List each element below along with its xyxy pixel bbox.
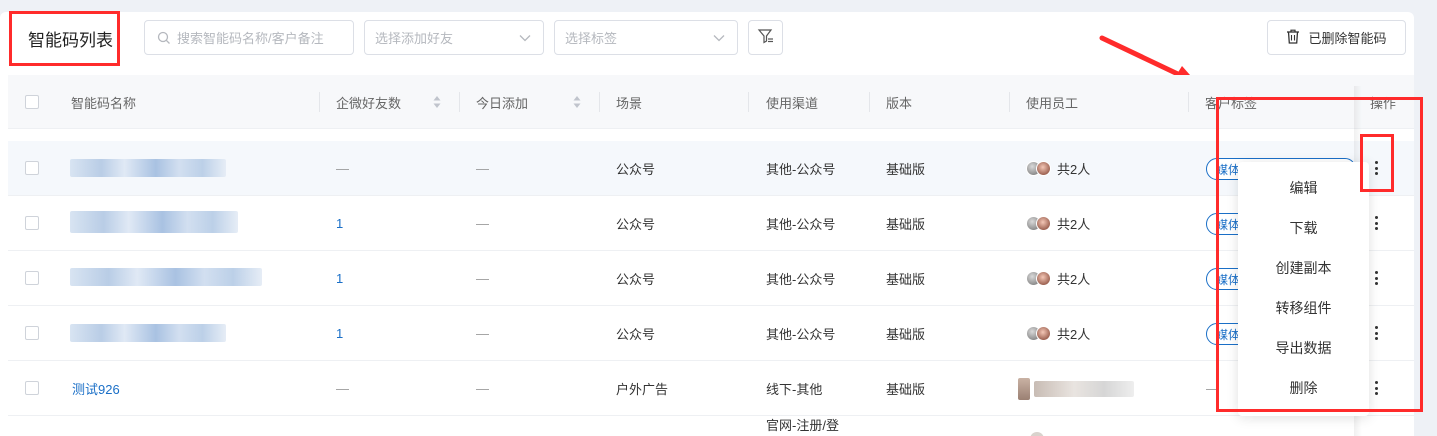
code-name-blurred[interactable] (70, 268, 262, 286)
employee-count: 共2人 (1057, 162, 1091, 177)
version-cell: 基础版 (886, 327, 926, 342)
employees-cell: 共2人 (1026, 141, 1090, 196)
code-name-link[interactable]: 测试926 (72, 361, 120, 416)
column-divider (459, 92, 460, 112)
row-checkbox[interactable] (25, 381, 39, 395)
today-added: — (476, 271, 489, 286)
version-cell: 基础版 (886, 162, 926, 177)
avatar (1018, 377, 1030, 400)
annotation-highlight-more-button (1360, 134, 1394, 192)
code-name-blurred[interactable] (70, 211, 238, 233)
column-header-scene: 场景 (616, 95, 643, 111)
employee-count: 共2人 (1057, 217, 1091, 232)
table-row[interactable]: — — 公众号 其他-公众号 基础版 共2人 媒体 (8, 141, 1414, 196)
employee-name-blurred (1034, 380, 1134, 397)
table-row[interactable]: 1 — 公众号 其他-公众号 基础版 共2人 媒体 (8, 196, 1414, 251)
avatar (1036, 161, 1051, 176)
friends-count[interactable]: 1 (336, 196, 343, 251)
scene-cell: 公众号 (616, 217, 656, 232)
employee-count: 共2人 (1057, 272, 1091, 287)
trash-icon (1286, 29, 1300, 47)
scene-cell: 公众号 (616, 327, 656, 342)
code-name-blurred[interactable] (70, 159, 226, 177)
deleted-codes-label: 已删除智能码 (1308, 31, 1387, 46)
row-checkbox[interactable] (25, 161, 39, 175)
select-all-checkbox[interactable] (25, 95, 39, 109)
today-added: — (476, 161, 489, 176)
friend-select[interactable]: 选择添加好友 (364, 20, 544, 55)
employee-count: 共2人 (1057, 327, 1091, 342)
friends-count[interactable]: 1 (336, 306, 343, 361)
channel-cell: 其他-公众号 (766, 162, 836, 177)
employee-blurred (1018, 377, 1134, 400)
table-row[interactable]: 官网-注册/登 (8, 416, 1414, 436)
avatar (1036, 216, 1051, 231)
scene-cell: 户外广告 (616, 382, 669, 397)
column-divider (599, 92, 600, 112)
table-row[interactable]: 1 — 公众号 其他-公众号 基础版 共2人 媒体 (8, 306, 1414, 361)
friends-count[interactable]: 1 (336, 251, 343, 306)
avatar (1036, 326, 1051, 341)
search-icon (157, 31, 171, 45)
column-divider (1188, 92, 1189, 112)
friend-select-placeholder: 选择添加好友 (375, 31, 454, 46)
annotation-highlight-title (9, 11, 120, 66)
column-divider (869, 92, 870, 112)
filter-button[interactable] (748, 20, 783, 55)
avatar-group (1026, 271, 1051, 286)
column-header-channel: 使用渠道 (766, 95, 819, 111)
scene-cell: 公众号 (616, 162, 656, 177)
deleted-codes-button[interactable]: 已删除智能码 (1267, 20, 1406, 55)
sort-icon[interactable] (433, 95, 441, 112)
channel-cell: 官网-注册/登 (766, 417, 839, 433)
code-name-blurred[interactable] (70, 324, 226, 342)
column-header-friends[interactable]: 企微好友数 (336, 75, 401, 129)
channel-cell: 其他-公众号 (766, 327, 836, 342)
search-input[interactable]: 搜索智能码名称/客户备注 (144, 20, 354, 55)
avatar (1030, 432, 1044, 436)
avatar-group (1026, 216, 1051, 231)
column-divider (748, 92, 749, 112)
column-divider (319, 92, 320, 112)
friends-count: — (336, 381, 349, 396)
version-cell: 基础版 (886, 217, 926, 232)
today-added: — (476, 326, 489, 341)
tag-select-placeholder: 选择标签 (565, 31, 618, 46)
chevron-down-icon (713, 30, 725, 45)
channel-cell: 其他-公众号 (766, 272, 836, 287)
column-header-today[interactable]: 今日添加 (476, 75, 528, 129)
today-added: — (476, 381, 489, 396)
filter-icon (757, 27, 775, 48)
row-checkbox[interactable] (25, 216, 39, 230)
table-row[interactable]: 测试926 — — 户外广告 线下-其他 基础版 — (8, 361, 1414, 416)
scene-cell: 公众号 (616, 272, 656, 287)
friends-count: — (336, 161, 349, 176)
channel-cell: 其他-公众号 (766, 217, 836, 232)
employees-cell: 共2人 (1026, 251, 1090, 306)
column-divider (1009, 92, 1010, 112)
sort-icon[interactable] (573, 95, 581, 112)
employees-cell: 共2人 (1026, 196, 1090, 251)
search-placeholder: 搜索智能码名称/客户备注 (177, 31, 324, 46)
tag-select[interactable]: 选择标签 (554, 20, 738, 55)
chevron-down-icon (519, 30, 531, 45)
today-added: — (476, 216, 489, 231)
column-header-employees: 使用员工 (1026, 95, 1079, 111)
employees-cell: 共2人 (1026, 306, 1090, 361)
table-row[interactable]: 1 — 公众号 其他-公众号 基础版 共2人 媒体 (8, 251, 1414, 306)
column-header-version: 版本 (886, 95, 913, 111)
avatar (1036, 271, 1051, 286)
version-cell: 基础版 (886, 272, 926, 287)
table-header: 智能码名称 企微好友数 今日添加 场景 使用渠道 版本 使用员工 客户标签 操作 (8, 75, 1414, 129)
employees-cell-blurred (1018, 361, 1134, 416)
row-checkbox[interactable] (25, 326, 39, 340)
row-checkbox[interactable] (25, 271, 39, 285)
channel-cell: 线下-其他 (766, 382, 823, 397)
version-cell: 基础版 (886, 382, 926, 397)
avatar-group (1026, 161, 1051, 176)
column-header-name: 智能码名称 (71, 95, 137, 111)
avatar-group (1026, 326, 1051, 341)
